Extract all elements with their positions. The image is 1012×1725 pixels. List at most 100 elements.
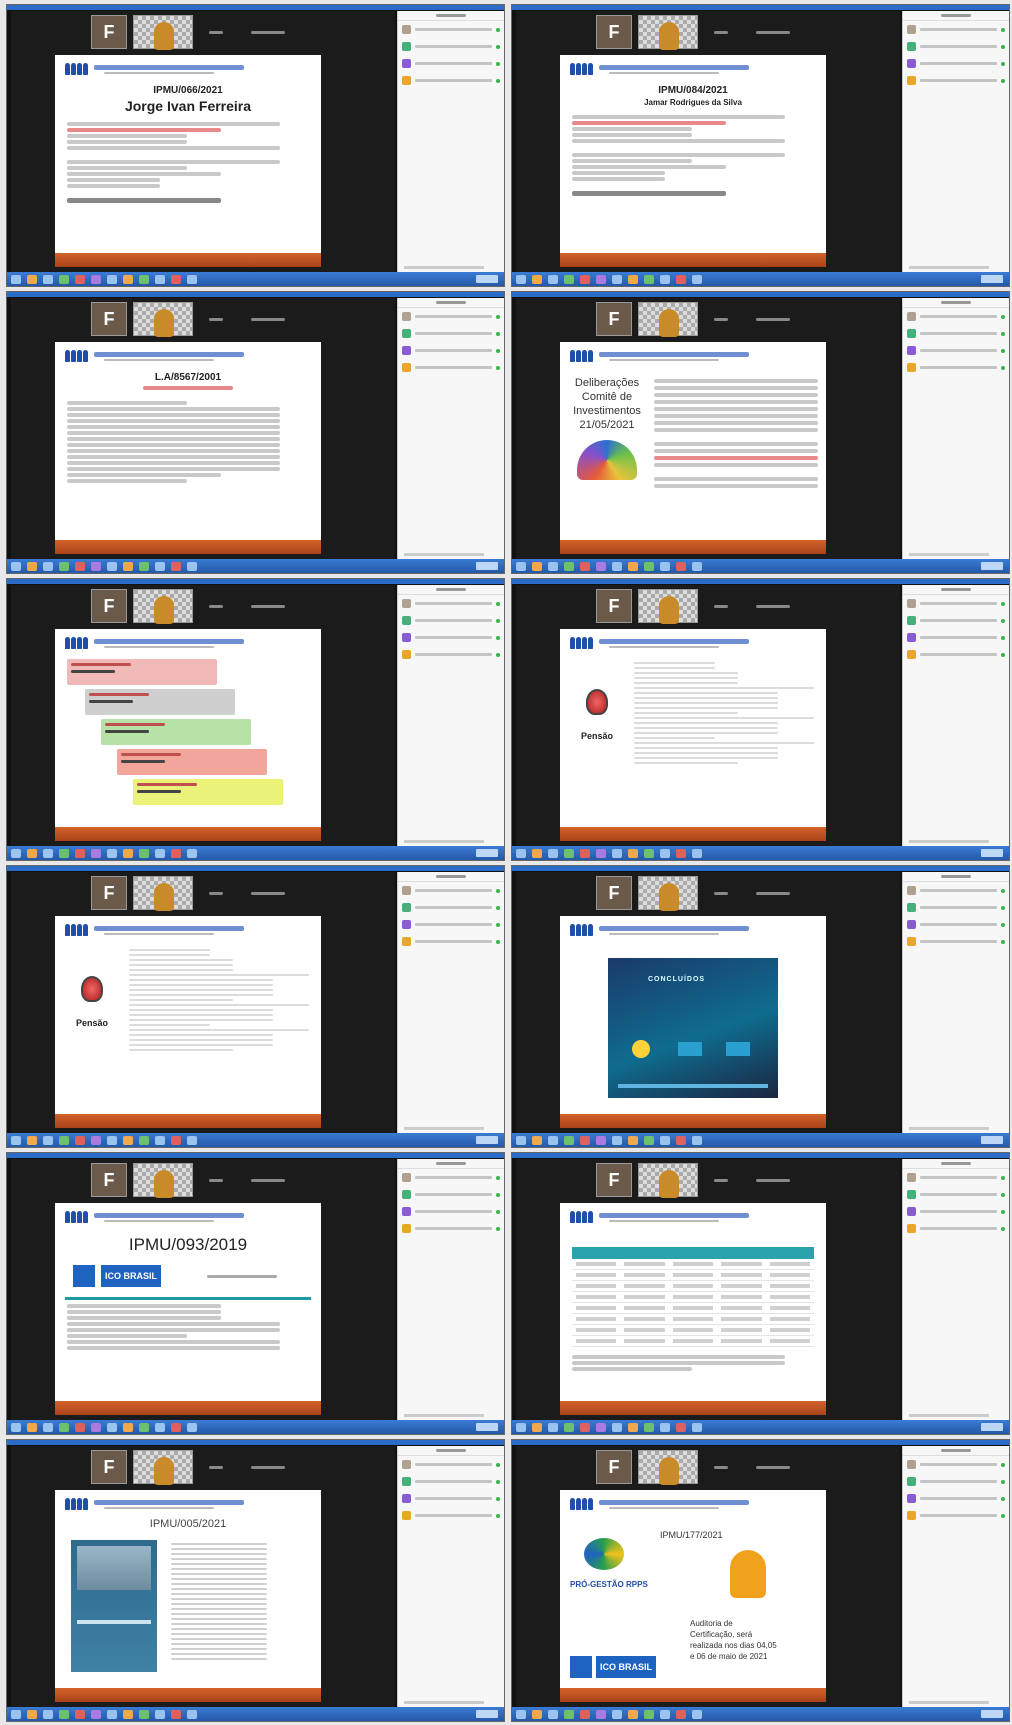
taskbar-app-icon[interactable]: [676, 1135, 686, 1145]
taskbar-app-icon[interactable]: [139, 1709, 149, 1719]
microphone-icon[interactable]: [1001, 905, 1005, 910]
taskbar-app-icon[interactable]: [596, 1422, 606, 1432]
taskbar-app-icon[interactable]: [171, 561, 181, 571]
taskbar-app-icon[interactable]: [91, 274, 101, 284]
taskbar-app-icon[interactable]: [107, 1422, 117, 1432]
taskbar-app-icon[interactable]: [139, 848, 149, 858]
microphone-icon[interactable]: [1001, 44, 1005, 49]
taskbar-app-icon[interactable]: [75, 1709, 85, 1719]
taskbar-app-icon[interactable]: [660, 1135, 670, 1145]
participant-video-f[interactable]: F: [91, 302, 127, 336]
participants-footer[interactable]: [404, 840, 484, 843]
taskbar-app-icon[interactable]: [580, 1422, 590, 1432]
taskbar-app-icon[interactable]: [75, 1135, 85, 1145]
participant-video-camera[interactable]: [133, 302, 193, 337]
participants-footer[interactable]: [404, 1127, 484, 1130]
taskbar-app-icon[interactable]: [564, 1422, 574, 1432]
participant-item[interactable]: [903, 882, 1009, 899]
taskbar-app-icon[interactable]: [59, 274, 69, 284]
microphone-icon[interactable]: [1001, 1462, 1005, 1467]
participant-item[interactable]: [903, 308, 1009, 325]
participant-item[interactable]: [398, 55, 504, 72]
microphone-icon[interactable]: [496, 61, 500, 66]
participant-item[interactable]: [398, 882, 504, 899]
microphone-icon[interactable]: [1001, 348, 1005, 353]
taskbar-app-icon[interactable]: [123, 848, 133, 858]
microphone-icon[interactable]: [1001, 314, 1005, 319]
taskbar-app-icon[interactable]: [155, 1709, 165, 1719]
microphone-icon[interactable]: [496, 922, 500, 927]
taskbar-app-icon[interactable]: [155, 848, 165, 858]
participant-item[interactable]: [398, 359, 504, 376]
taskbar-app-icon[interactable]: [692, 1422, 702, 1432]
microphone-icon[interactable]: [496, 314, 500, 319]
taskbar-app-icon[interactable]: [11, 561, 21, 571]
taskbar-app-icon[interactable]: [612, 274, 622, 284]
taskbar-app-icon[interactable]: [139, 274, 149, 284]
taskbar-app-icon[interactable]: [155, 561, 165, 571]
microphone-icon[interactable]: [1001, 635, 1005, 640]
participant-item[interactable]: [398, 595, 504, 612]
participant-item[interactable]: [903, 342, 1009, 359]
microphone-icon[interactable]: [1001, 1496, 1005, 1501]
taskbar-app-icon[interactable]: [612, 1709, 622, 1719]
taskbar-app-icon[interactable]: [580, 1135, 590, 1145]
taskbar-app-icon[interactable]: [171, 1135, 181, 1145]
taskbar-app-icon[interactable]: [59, 561, 69, 571]
microphone-icon[interactable]: [496, 1513, 500, 1518]
taskbar-app-icon[interactable]: [27, 1135, 37, 1145]
taskbar-app-icon[interactable]: [516, 1422, 526, 1432]
participant-item[interactable]: [903, 1490, 1009, 1507]
taskbar-app-icon[interactable]: [612, 1422, 622, 1432]
taskbar-app-icon[interactable]: [43, 1709, 53, 1719]
taskbar-app-icon[interactable]: [660, 1709, 670, 1719]
microphone-icon[interactable]: [1001, 618, 1005, 623]
microphone-icon[interactable]: [496, 905, 500, 910]
participant-item[interactable]: [398, 612, 504, 629]
taskbar-app-icon[interactable]: [27, 1709, 37, 1719]
taskbar-app-icon[interactable]: [644, 561, 654, 571]
participants-footer[interactable]: [404, 1414, 484, 1417]
taskbar-app-icon[interactable]: [155, 1135, 165, 1145]
participant-item[interactable]: [398, 72, 504, 89]
taskbar-app-icon[interactable]: [43, 561, 53, 571]
taskbar-app-icon[interactable]: [628, 1422, 638, 1432]
taskbar-app-icon[interactable]: [59, 1709, 69, 1719]
microphone-icon[interactable]: [496, 1479, 500, 1484]
participant-video-f[interactable]: F: [596, 1450, 632, 1484]
taskbar-app-icon[interactable]: [692, 1135, 702, 1145]
taskbar-app-icon[interactable]: [107, 848, 117, 858]
taskbar-app-icon[interactable]: [59, 1135, 69, 1145]
taskbar-app-icon[interactable]: [644, 1422, 654, 1432]
taskbar-app-icon[interactable]: [516, 561, 526, 571]
taskbar-app-icon[interactable]: [548, 848, 558, 858]
microphone-icon[interactable]: [496, 652, 500, 657]
participant-item[interactable]: [903, 1169, 1009, 1186]
taskbar-app-icon[interactable]: [548, 1422, 558, 1432]
taskbar-app-icon[interactable]: [644, 1709, 654, 1719]
microphone-icon[interactable]: [496, 1462, 500, 1467]
microphone-icon[interactable]: [1001, 939, 1005, 944]
taskbar-app-icon[interactable]: [123, 561, 133, 571]
taskbar-app-icon[interactable]: [139, 561, 149, 571]
participant-item[interactable]: [398, 629, 504, 646]
participant-item[interactable]: [398, 21, 504, 38]
participant-video-camera[interactable]: [638, 302, 698, 337]
taskbar-app-icon[interactable]: [59, 1422, 69, 1432]
taskbar-app-icon[interactable]: [628, 274, 638, 284]
taskbar-app-icon[interactable]: [628, 1135, 638, 1145]
taskbar-app-icon[interactable]: [660, 274, 670, 284]
participant-item[interactable]: [903, 72, 1009, 89]
taskbar-app-icon[interactable]: [692, 274, 702, 284]
participants-footer[interactable]: [909, 266, 989, 269]
taskbar-app-icon[interactable]: [612, 848, 622, 858]
taskbar-app-icon[interactable]: [628, 848, 638, 858]
taskbar-app-icon[interactable]: [139, 1135, 149, 1145]
participant-item[interactable]: [398, 1473, 504, 1490]
microphone-icon[interactable]: [1001, 1175, 1005, 1180]
taskbar-app-icon[interactable]: [187, 274, 197, 284]
taskbar-app-icon[interactable]: [628, 561, 638, 571]
taskbar-app-icon[interactable]: [596, 1135, 606, 1145]
participant-item[interactable]: [398, 916, 504, 933]
participant-item[interactable]: [903, 1186, 1009, 1203]
